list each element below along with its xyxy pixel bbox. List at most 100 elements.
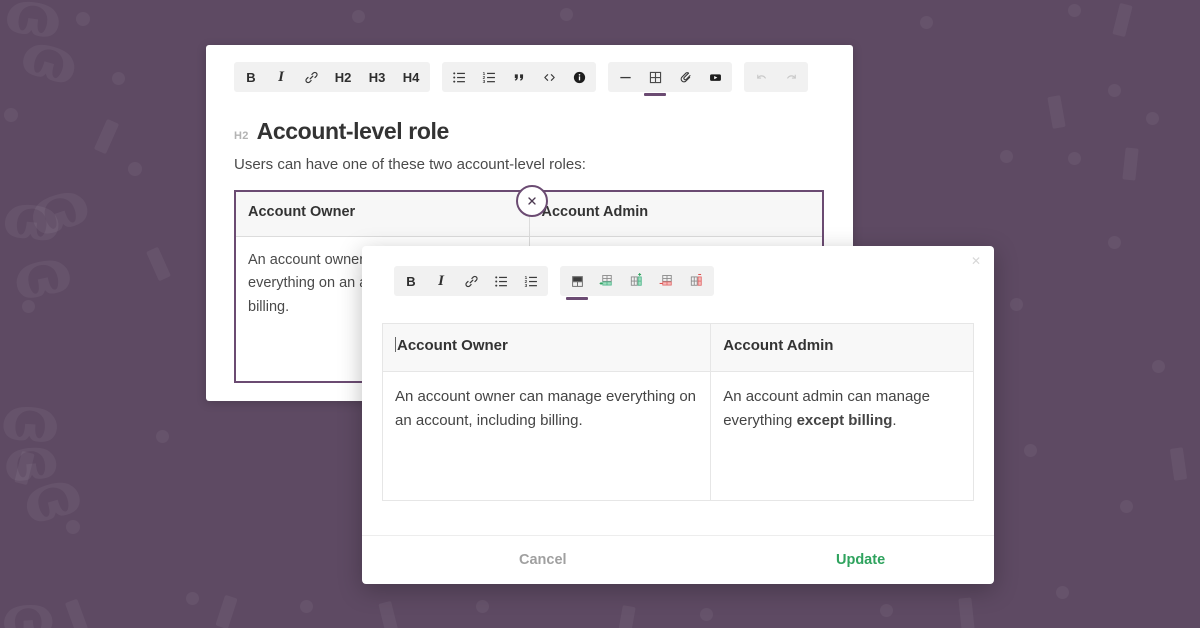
page-title[interactable]: Account-level role bbox=[257, 118, 449, 145]
heading-3-icon: H3 bbox=[369, 70, 386, 85]
heading-2-button[interactable]: H2 bbox=[326, 62, 360, 92]
toolbar-group-text-format: B I H2 H3 H4 bbox=[234, 62, 430, 92]
modal-bold-button[interactable]: B bbox=[396, 266, 426, 296]
modal-footer: Cancel Update bbox=[362, 535, 994, 584]
table-edit-modal: ✕ B I 123 bbox=[362, 246, 994, 584]
bg-decor-dot bbox=[1056, 586, 1069, 599]
delete-row-button[interactable] bbox=[652, 266, 682, 296]
modal-table-header-row: Account Owner Account Admin bbox=[383, 324, 974, 372]
bg-decor-dot bbox=[1068, 4, 1081, 17]
update-button[interactable]: Update bbox=[836, 552, 885, 568]
modal-table-row: An account owner can manage everything o… bbox=[383, 372, 974, 501]
heading-level-tag: H2 bbox=[234, 130, 249, 142]
horizontal-rule-icon bbox=[618, 70, 633, 85]
bullet-list-button[interactable] bbox=[444, 62, 474, 92]
heading-4-button[interactable]: H4 bbox=[394, 62, 428, 92]
modal-toolbar: B I 123 bbox=[362, 246, 994, 296]
paperclip-icon bbox=[678, 70, 693, 85]
info-icon bbox=[572, 70, 587, 85]
italic-icon: I bbox=[438, 273, 444, 290]
modal-bullet-list-button[interactable] bbox=[486, 266, 516, 296]
modal-header-label: Account Owner bbox=[397, 337, 508, 354]
document-heading: H2 Account-level role bbox=[234, 118, 825, 145]
modal-table-cell[interactable]: An account admin can manage everything e… bbox=[711, 372, 974, 501]
undo-button[interactable] bbox=[746, 62, 776, 92]
numbered-list-button[interactable]: 123 bbox=[474, 62, 504, 92]
heading-3-button[interactable]: H3 bbox=[360, 62, 394, 92]
svg-text:3: 3 bbox=[482, 79, 485, 84]
add-column-button[interactable] bbox=[622, 266, 652, 296]
undo-icon bbox=[754, 70, 769, 85]
bold-button[interactable]: B bbox=[236, 62, 266, 92]
bg-decor-dot bbox=[4, 108, 18, 122]
table-header-row-icon bbox=[570, 274, 585, 289]
modal-table[interactable]: Account Owner Account Admin An account o… bbox=[382, 323, 974, 501]
bg-decor-dot bbox=[700, 608, 713, 621]
bg-decor-dot bbox=[1108, 84, 1121, 97]
add-row-icon bbox=[599, 273, 615, 289]
editor-toolbar: B I H2 H3 H4 123 bbox=[206, 45, 853, 92]
delete-row-icon bbox=[659, 273, 675, 289]
modal-toolbar-group-table-ops bbox=[560, 266, 714, 296]
video-button[interactable] bbox=[700, 62, 730, 92]
redo-button[interactable] bbox=[776, 62, 806, 92]
horizontal-rule-button[interactable] bbox=[610, 62, 640, 92]
link-icon bbox=[464, 274, 479, 289]
bg-decor-dash bbox=[94, 119, 119, 154]
toolbar-group-history bbox=[744, 62, 808, 92]
bg-decor-dash bbox=[617, 605, 635, 628]
modal-toolbar-group-text-format: B I 123 bbox=[394, 266, 548, 296]
toolbar-group-blocks: 123 bbox=[442, 62, 596, 92]
modal-italic-button[interactable]: I bbox=[426, 266, 456, 296]
bold-icon: B bbox=[406, 274, 415, 289]
modal-table-cell[interactable]: An account owner can manage everything o… bbox=[383, 372, 711, 501]
redo-icon bbox=[784, 70, 799, 85]
modal-body: Account Owner Account Admin An account o… bbox=[362, 296, 994, 535]
modal-close-button[interactable]: ✕ bbox=[969, 254, 983, 268]
bg-decor-dot bbox=[1146, 112, 1159, 125]
numbered-list-icon: 123 bbox=[524, 274, 539, 289]
attachment-button[interactable] bbox=[670, 62, 700, 92]
table-button[interactable] bbox=[640, 62, 670, 92]
add-column-icon bbox=[629, 273, 645, 289]
bullet-list-icon bbox=[452, 70, 467, 85]
heading-4-icon: H4 bbox=[403, 70, 420, 85]
code-button[interactable] bbox=[534, 62, 564, 92]
modal-table-header-cell[interactable]: Account Admin bbox=[711, 324, 974, 372]
table-remove-handle[interactable] bbox=[516, 185, 548, 217]
bold-icon: B bbox=[246, 70, 255, 85]
italic-button[interactable]: I bbox=[266, 62, 296, 92]
video-icon bbox=[708, 70, 723, 85]
document-paragraph[interactable]: Users can have one of these two account-… bbox=[234, 154, 825, 175]
quote-icon bbox=[512, 70, 527, 85]
bg-decor-dash bbox=[1047, 95, 1065, 129]
bg-decor-dot bbox=[1024, 444, 1037, 457]
bg-decor-dot bbox=[1108, 236, 1121, 249]
heading-2-icon: H2 bbox=[335, 70, 352, 85]
table-icon bbox=[648, 70, 663, 85]
code-icon bbox=[542, 70, 557, 85]
link-button[interactable] bbox=[296, 62, 326, 92]
blockquote-button[interactable] bbox=[504, 62, 534, 92]
delete-column-icon bbox=[689, 273, 705, 289]
info-button[interactable] bbox=[564, 62, 594, 92]
modal-link-button[interactable] bbox=[456, 266, 486, 296]
bg-decor-dash bbox=[958, 597, 974, 628]
cancel-button[interactable]: Cancel bbox=[519, 552, 567, 568]
svg-text:3: 3 bbox=[524, 283, 527, 288]
table-header-cell[interactable]: Account Owner bbox=[235, 191, 529, 237]
add-row-button[interactable] bbox=[592, 266, 622, 296]
modal-numbered-list-button[interactable]: 123 bbox=[516, 266, 546, 296]
numbered-list-icon: 123 bbox=[482, 70, 497, 85]
modal-table-header-cell[interactable]: Account Owner bbox=[383, 324, 711, 372]
text-caret bbox=[395, 337, 396, 352]
cell-text-bold: except billing bbox=[797, 412, 893, 429]
bg-decor-dot bbox=[880, 604, 893, 617]
toolbar-group-insert bbox=[608, 62, 732, 92]
cell-text-suffix: . bbox=[892, 412, 896, 429]
delete-column-button[interactable] bbox=[682, 266, 712, 296]
bullet-list-icon bbox=[494, 274, 509, 289]
table-header-cell[interactable]: Account Admin bbox=[529, 191, 823, 237]
toggle-header-row-button[interactable] bbox=[562, 266, 592, 296]
bg-decor-dot bbox=[352, 10, 365, 23]
